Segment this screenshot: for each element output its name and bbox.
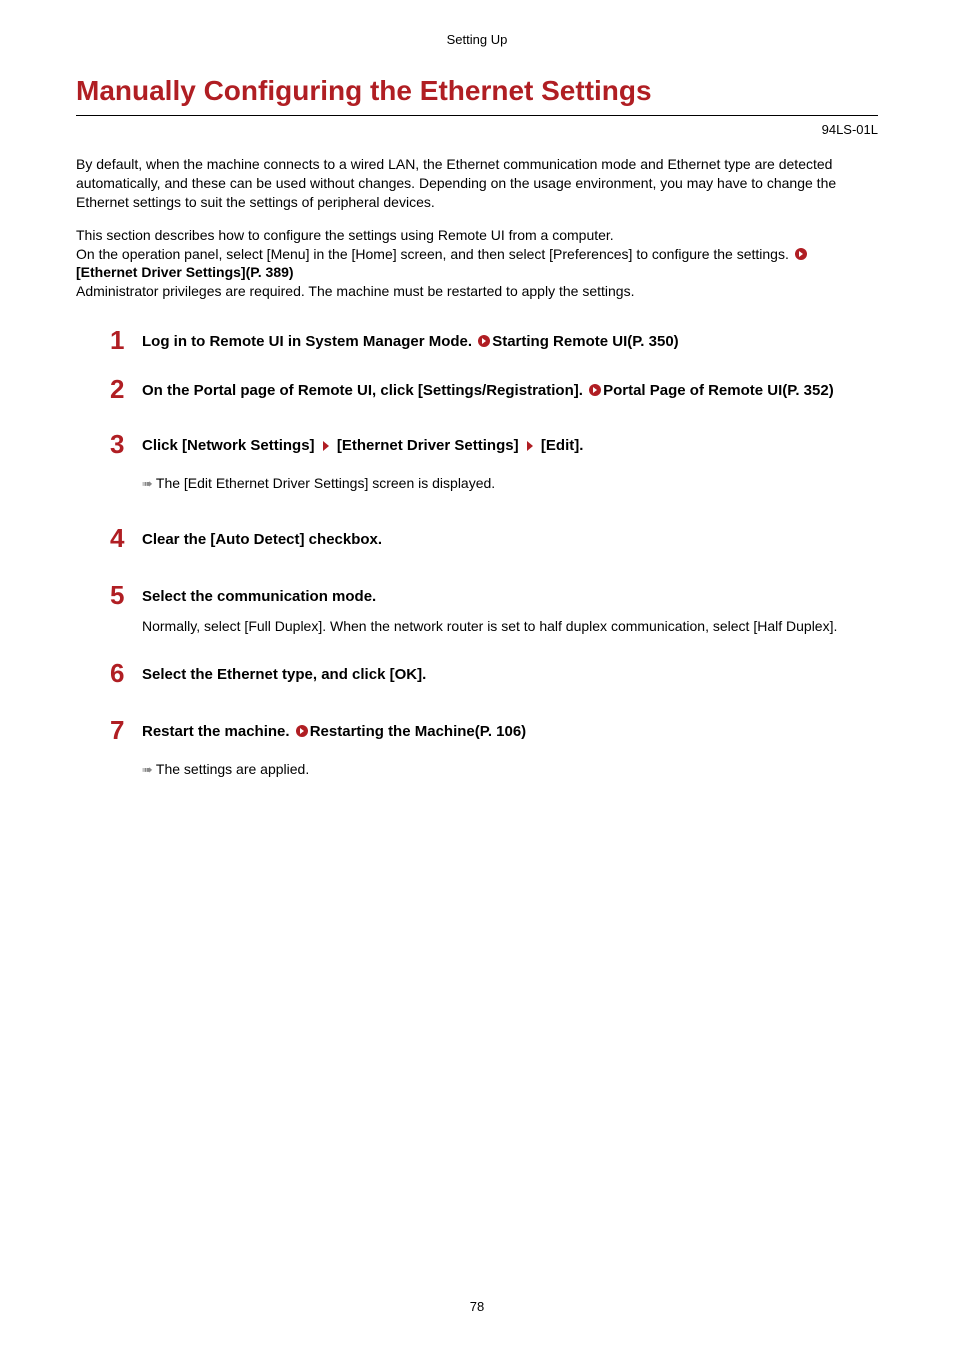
link-icon[interactable] bbox=[478, 335, 490, 347]
step-6: 6 Select the Ethernet type, and click [O… bbox=[110, 664, 878, 685]
step-title: Click [Network Settings] [Ethernet Drive… bbox=[142, 435, 878, 456]
step-7: 7 Restart the machine. Restarting the Ma… bbox=[110, 721, 878, 779]
step-2: 2 On the Portal page of Remote UI, click… bbox=[110, 380, 878, 401]
step-title-text: Restart the machine. bbox=[142, 723, 294, 740]
page-title: Manually Configuring the Ethernet Settin… bbox=[76, 75, 878, 116]
step-title: Select the Ethernet type, and click [OK]… bbox=[142, 664, 878, 685]
step-title: Select the communication mode. bbox=[142, 586, 878, 607]
step-result-text: The [Edit Ethernet Driver Settings] scre… bbox=[156, 475, 495, 491]
step-title-text: Select the Ethernet type, and click [OK]… bbox=[142, 666, 426, 683]
step-1: 1 Log in to Remote UI in System Manager … bbox=[110, 331, 878, 352]
page-number: 78 bbox=[0, 1299, 954, 1314]
step-result-text: The settings are applied. bbox=[156, 761, 309, 777]
step-title-text: On the Portal page of Remote UI, click [… bbox=[142, 382, 587, 399]
triangle-separator-icon bbox=[527, 441, 533, 451]
doc-code: 94LS-01L bbox=[76, 122, 878, 137]
step-3: 3 Click [Network Settings] [Ethernet Dri… bbox=[110, 435, 878, 493]
step-title: On the Portal page of Remote UI, click [… bbox=[142, 380, 878, 401]
step-title-text: Clear the [Auto Detect] checkbox. bbox=[142, 531, 382, 548]
restarting-machine-link[interactable]: Restarting the Machine(P. 106) bbox=[310, 723, 526, 740]
step-title: Clear the [Auto Detect] checkbox. bbox=[142, 529, 878, 550]
intro-p2-line3: Administrator privileges are required. T… bbox=[76, 283, 634, 299]
step-result: ➠The settings are applied. bbox=[142, 760, 878, 779]
step-title-text: Log in to Remote UI in System Manager Mo… bbox=[142, 333, 476, 350]
step-number: 4 bbox=[110, 523, 124, 554]
result-arrow-icon: ➠ bbox=[142, 762, 153, 777]
step-number: 7 bbox=[110, 715, 124, 746]
intro-paragraph-1: By default, when the machine connects to… bbox=[76, 155, 878, 212]
step-title-part-3: [Edit]. bbox=[537, 437, 584, 454]
link-icon[interactable] bbox=[296, 725, 308, 737]
step-5: 5 Select the communication mode. Normall… bbox=[110, 586, 878, 636]
intro-p2-line2: On the operation panel, select [Menu] in… bbox=[76, 246, 793, 262]
link-icon[interactable] bbox=[795, 248, 807, 260]
step-number: 6 bbox=[110, 658, 124, 689]
intro-p2-line1: This section describes how to configure … bbox=[76, 227, 614, 243]
step-title-part-1: Click [Network Settings] bbox=[142, 437, 319, 454]
step-title: Restart the machine. Restarting the Mach… bbox=[142, 721, 878, 742]
step-number: 3 bbox=[110, 429, 124, 460]
step-number: 5 bbox=[110, 580, 124, 611]
step-title-text: Select the communication mode. bbox=[142, 588, 376, 605]
step-4: 4 Clear the [Auto Detect] checkbox. bbox=[110, 529, 878, 550]
ethernet-driver-link[interactable]: [Ethernet Driver Settings](P. 389) bbox=[76, 264, 294, 280]
steps-list: 1 Log in to Remote UI in System Manager … bbox=[76, 331, 878, 779]
page-header: Setting Up bbox=[0, 0, 954, 75]
triangle-separator-icon bbox=[323, 441, 329, 451]
step-body: Normally, select [Full Duplex]. When the… bbox=[142, 617, 878, 636]
step-number: 1 bbox=[110, 325, 124, 356]
intro-paragraph-2: This section describes how to configure … bbox=[76, 226, 878, 302]
content-area: Manually Configuring the Ethernet Settin… bbox=[0, 75, 954, 779]
step-result: ➠The [Edit Ethernet Driver Settings] scr… bbox=[142, 474, 878, 493]
step-title: Log in to Remote UI in System Manager Mo… bbox=[142, 331, 878, 352]
link-icon[interactable] bbox=[589, 384, 601, 396]
starting-remote-ui-link[interactable]: Starting Remote UI(P. 350) bbox=[492, 333, 678, 350]
portal-page-link[interactable]: Portal Page of Remote UI(P. 352) bbox=[603, 382, 834, 399]
intro-block: By default, when the machine connects to… bbox=[76, 155, 878, 301]
step-title-part-2: [Ethernet Driver Settings] bbox=[333, 437, 523, 454]
result-arrow-icon: ➠ bbox=[142, 476, 153, 491]
step-number: 2 bbox=[110, 374, 124, 405]
